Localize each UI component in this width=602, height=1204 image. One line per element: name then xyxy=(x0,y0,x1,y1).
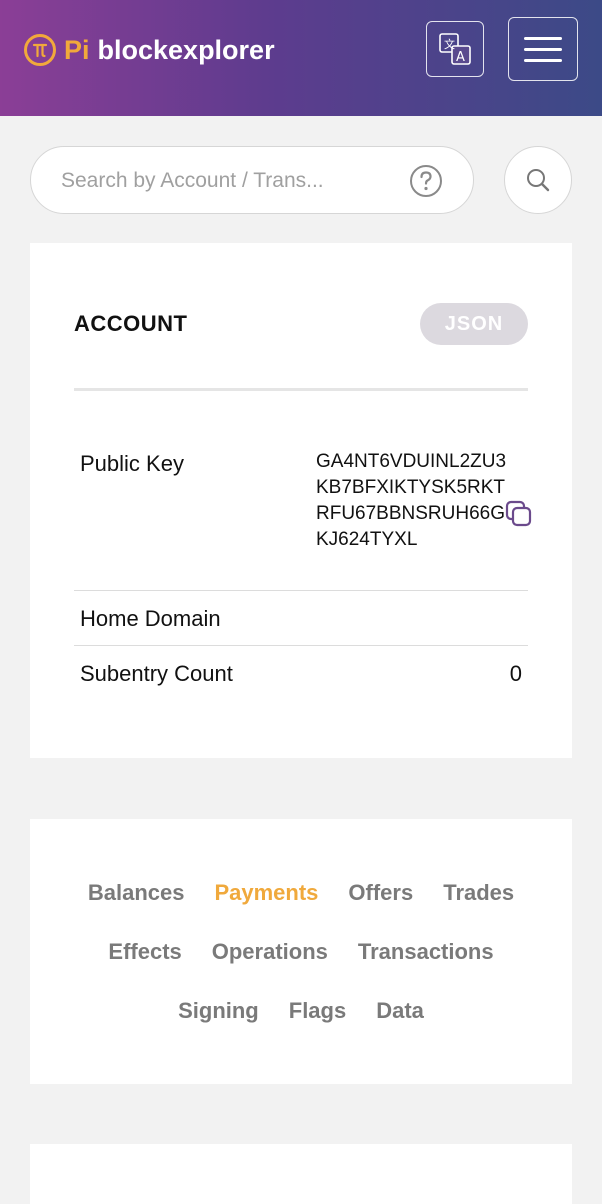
search-button[interactable] xyxy=(504,146,572,214)
logo-pi-text: Pi xyxy=(64,34,90,65)
tab-row: Signing Flags Data xyxy=(30,998,572,1024)
search-icon xyxy=(527,169,550,192)
row-divider xyxy=(74,590,528,591)
search-bar xyxy=(30,146,474,214)
question-circle-icon[interactable] xyxy=(409,164,443,198)
search-input[interactable] xyxy=(59,163,393,199)
app-header: Pi blockexplorer 文 A xyxy=(0,0,602,116)
svg-text:文: 文 xyxy=(444,37,455,51)
public-key-label: Public Key xyxy=(80,451,184,476)
tab-signing[interactable]: Signing xyxy=(178,998,259,1024)
public-key-value: GA4NT6VDUINL2ZU3KB7BFXIKTYSK5RKTRFU67BBN… xyxy=(316,451,507,550)
tab-flags[interactable]: Flags xyxy=(289,998,346,1024)
tab-trades[interactable]: Trades xyxy=(443,880,514,906)
copy-icon[interactable] xyxy=(504,499,534,529)
tab-row: Effects Operations Transactions xyxy=(30,939,572,965)
account-tabs-card: Balances Payments Offers Trades Effects … xyxy=(30,819,572,1084)
brand-logo[interactable]: Pi blockexplorer xyxy=(24,32,275,68)
translate-icon: 文 A xyxy=(439,33,471,65)
tab-row: Balances Payments Offers Trades xyxy=(30,880,572,906)
row-divider xyxy=(74,645,528,646)
tab-payments[interactable]: Payments xyxy=(214,880,318,906)
svg-text:A: A xyxy=(456,50,465,65)
json-button[interactable]: JSON xyxy=(420,303,528,345)
divider xyxy=(74,388,528,391)
tab-data[interactable]: Data xyxy=(376,998,424,1024)
home-domain-label: Home Domain xyxy=(80,606,221,631)
tab-transactions[interactable]: Transactions xyxy=(358,939,494,965)
subentry-count-value: 0 xyxy=(509,661,522,686)
tab-operations[interactable]: Operations xyxy=(212,939,328,965)
tab-balances[interactable]: Balances xyxy=(88,880,185,906)
account-title: ACCOUNT xyxy=(74,311,188,336)
language-button[interactable]: 文 A xyxy=(426,21,484,77)
account-card: ACCOUNT JSON Public Key GA4NT6VDUINL2ZU3… xyxy=(30,243,572,758)
tab-effects[interactable]: Effects xyxy=(108,939,181,965)
menu-button[interactable] xyxy=(508,17,578,81)
tab-content-card xyxy=(30,1144,572,1204)
subentry-count-label: Subentry Count xyxy=(80,661,233,686)
tab-offers[interactable]: Offers xyxy=(348,880,413,906)
pi-logo-icon xyxy=(24,34,56,66)
hamburger-menu-icon xyxy=(524,29,562,70)
logo-title: blockexplorer xyxy=(97,34,275,65)
